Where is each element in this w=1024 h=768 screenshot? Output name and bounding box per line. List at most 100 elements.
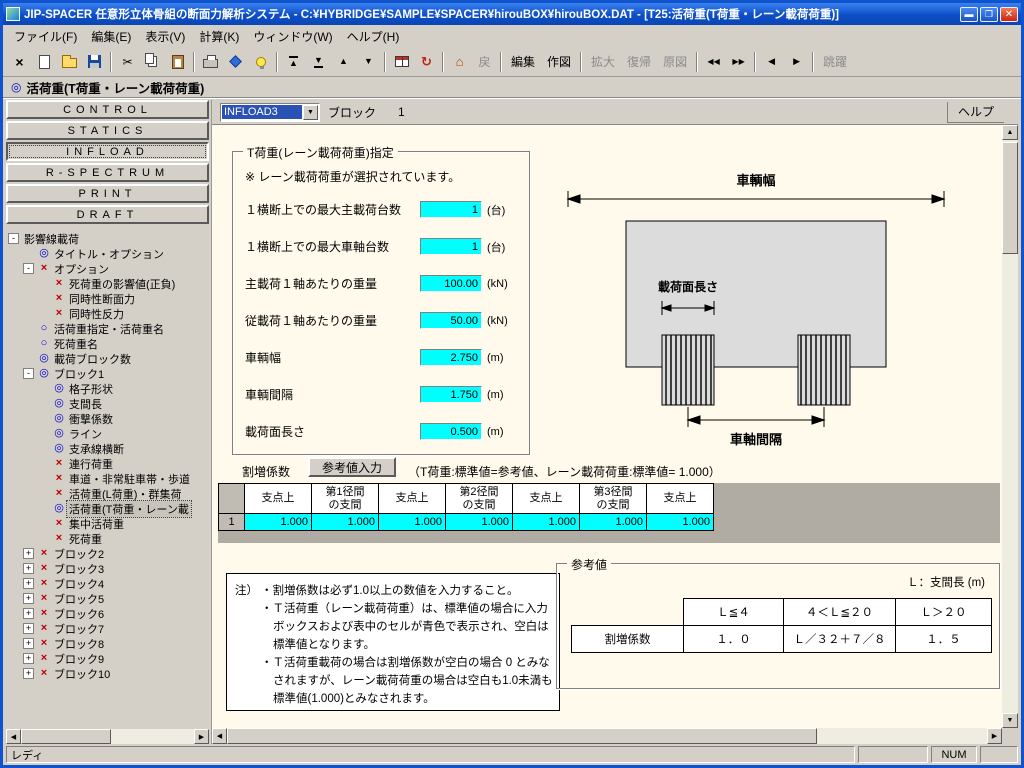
multiplier-cell[interactable]: 1.000: [245, 514, 312, 531]
multiplier-cell[interactable]: 1.000: [379, 514, 446, 531]
menu-view[interactable]: 表示(V): [138, 26, 192, 47]
scroll-left-icon[interactable]: ◀: [212, 728, 227, 744]
zoom-in-button[interactable]: 拡大: [586, 51, 620, 73]
content-vscrollbar[interactable]: ▲ ▼: [1002, 125, 1018, 728]
sidebar-r-spectrum-button[interactable]: R-SPECTRUM: [6, 163, 209, 182]
collapse-icon[interactable]: -: [8, 233, 19, 244]
new-file-button[interactable]: [33, 51, 56, 73]
tree-item[interactable]: ◎衝撃係数: [6, 411, 209, 426]
menu-edit[interactable]: 編集(E): [84, 26, 138, 47]
tree-item[interactable]: +×ブロック7: [6, 621, 209, 636]
scroll-up-icon[interactable]: ▲: [1002, 125, 1018, 140]
expand-icon[interactable]: +: [23, 593, 34, 604]
tree-hscroll-track[interactable]: [21, 729, 194, 744]
zoom-original-button[interactable]: 原図: [658, 51, 692, 73]
sidebar-statics-button[interactable]: STATICS: [6, 121, 209, 140]
sidebar-print-button[interactable]: PRINT: [6, 184, 209, 203]
reference-input-button[interactable]: 参考値入力: [308, 457, 396, 477]
expand-icon[interactable]: +: [23, 548, 34, 559]
first-page-button[interactable]: ◀◀: [702, 51, 725, 73]
sub-axle-weight-input[interactable]: 50.00: [420, 312, 482, 329]
content-hscrollbar[interactable]: ◀ ▶: [212, 728, 1002, 744]
sidebar-draft-button[interactable]: DRAFT: [6, 205, 209, 224]
tree-item[interactable]: ◎支間長: [6, 396, 209, 411]
tree-item[interactable]: ○死荷重名: [6, 336, 209, 351]
tree-item[interactable]: ◎タイトル・オプション: [6, 246, 209, 261]
home-button[interactable]: ⌂: [448, 51, 471, 73]
save-file-button[interactable]: [83, 51, 106, 73]
scroll-down-icon[interactable]: ▼: [1002, 713, 1018, 728]
tree-item[interactable]: ×死荷重: [6, 531, 209, 546]
tree-item[interactable]: ×死荷重の影響値(正負): [6, 276, 209, 291]
multiplier-cell[interactable]: 1.000: [312, 514, 379, 531]
move-up-button[interactable]: ▲: [332, 51, 355, 73]
scroll-right-icon[interactable]: ▶: [987, 728, 1002, 744]
load-surface-length-input[interactable]: 0.500: [420, 423, 482, 440]
paste-button[interactable]: [166, 51, 189, 73]
expand-icon[interactable]: +: [23, 563, 34, 574]
tree-item[interactable]: ◎載荷ブロック数: [6, 351, 209, 366]
hint-button[interactable]: [249, 51, 272, 73]
multiplier-cell[interactable]: 1.000: [647, 514, 714, 531]
tree-item[interactable]: +×ブロック8: [6, 636, 209, 651]
move-last-button[interactable]: ▼: [307, 51, 330, 73]
cut-button[interactable]: ✂: [116, 51, 139, 73]
close-button[interactable]: ✕: [1000, 7, 1018, 22]
tree-item[interactable]: ◎ライン: [6, 426, 209, 441]
multiplier-cell[interactable]: 1.000: [513, 514, 580, 531]
max-main-load-count-input[interactable]: 1: [420, 201, 482, 218]
tree-item[interactable]: ×活荷重(L荷重)・群集荷: [6, 486, 209, 501]
tree-item[interactable]: ×同時性断面力: [6, 291, 209, 306]
tree-item[interactable]: ○活荷重指定・活荷重名: [6, 321, 209, 336]
jump-button[interactable]: 跳躍: [818, 51, 852, 73]
collapse-icon[interactable]: -: [23, 368, 34, 379]
sidebar-infload-button[interactable]: INFLOAD: [6, 142, 209, 161]
tree-item[interactable]: -◎ブロック1: [6, 366, 209, 381]
print-button[interactable]: [199, 51, 222, 73]
expand-icon[interactable]: +: [23, 668, 34, 679]
tree-item[interactable]: +×ブロック3: [6, 561, 209, 576]
table-view-button[interactable]: [390, 51, 413, 73]
recalculate-button[interactable]: ↻: [415, 51, 438, 73]
copy-button[interactable]: [141, 51, 164, 73]
expand-icon[interactable]: +: [23, 578, 34, 589]
scroll-left-icon[interactable]: ◀: [6, 729, 21, 744]
multiplier-cell[interactable]: 1.000: [446, 514, 513, 531]
tree-hscroll-thumb[interactable]: [21, 729, 111, 744]
prev-page-button[interactable]: ◀: [760, 51, 783, 73]
tree-item[interactable]: +×ブロック9: [6, 651, 209, 666]
tree-item[interactable]: ×集中活荷重: [6, 516, 209, 531]
menu-help[interactable]: ヘルプ(H): [340, 26, 407, 47]
tree-item[interactable]: ×車道・非常駐車帯・歩道: [6, 471, 209, 486]
last-page-button[interactable]: ▶▶: [727, 51, 750, 73]
back-button[interactable]: 戻: [473, 51, 496, 73]
tree-item[interactable]: +×ブロック6: [6, 606, 209, 621]
content-vscroll-track[interactable]: [1002, 140, 1018, 713]
tree-item[interactable]: -影響線載荷: [6, 231, 209, 246]
tree-item[interactable]: +×ブロック10: [6, 666, 209, 681]
main-axle-weight-input[interactable]: 100.00: [420, 275, 482, 292]
open-file-button[interactable]: [58, 51, 81, 73]
vehicle-spacing-input[interactable]: 1.750: [420, 386, 482, 403]
tree-item[interactable]: +×ブロック4: [6, 576, 209, 591]
tree-hscrollbar[interactable]: ◀ ▶: [6, 729, 209, 744]
close-file-button[interactable]: ×: [8, 51, 31, 73]
move-first-button[interactable]: ▲: [282, 51, 305, 73]
multiplier-cell[interactable]: 1.000: [580, 514, 647, 531]
minimize-button[interactable]: ▬: [960, 7, 978, 22]
menu-window[interactable]: ウィンドウ(W): [246, 26, 339, 47]
next-page-button[interactable]: ▶: [785, 51, 808, 73]
zoom-restore-button[interactable]: 復帰: [622, 51, 656, 73]
sidebar-control-button[interactable]: CONTROL: [6, 100, 209, 119]
content-vscroll-thumb[interactable]: [1002, 142, 1018, 254]
chevron-down-icon[interactable]: ▼: [303, 105, 318, 120]
menu-file[interactable]: ファイル(F): [7, 26, 84, 47]
expand-icon[interactable]: +: [23, 638, 34, 649]
max-axle-count-input[interactable]: 1: [420, 238, 482, 255]
menu-calc[interactable]: 計算(K): [192, 26, 246, 47]
scroll-right-icon[interactable]: ▶: [194, 729, 209, 744]
expand-icon[interactable]: +: [23, 608, 34, 619]
tree-item[interactable]: +×ブロック5: [6, 591, 209, 606]
options-button[interactable]: [224, 51, 247, 73]
tree-item[interactable]: ◎支承線横断: [6, 441, 209, 456]
